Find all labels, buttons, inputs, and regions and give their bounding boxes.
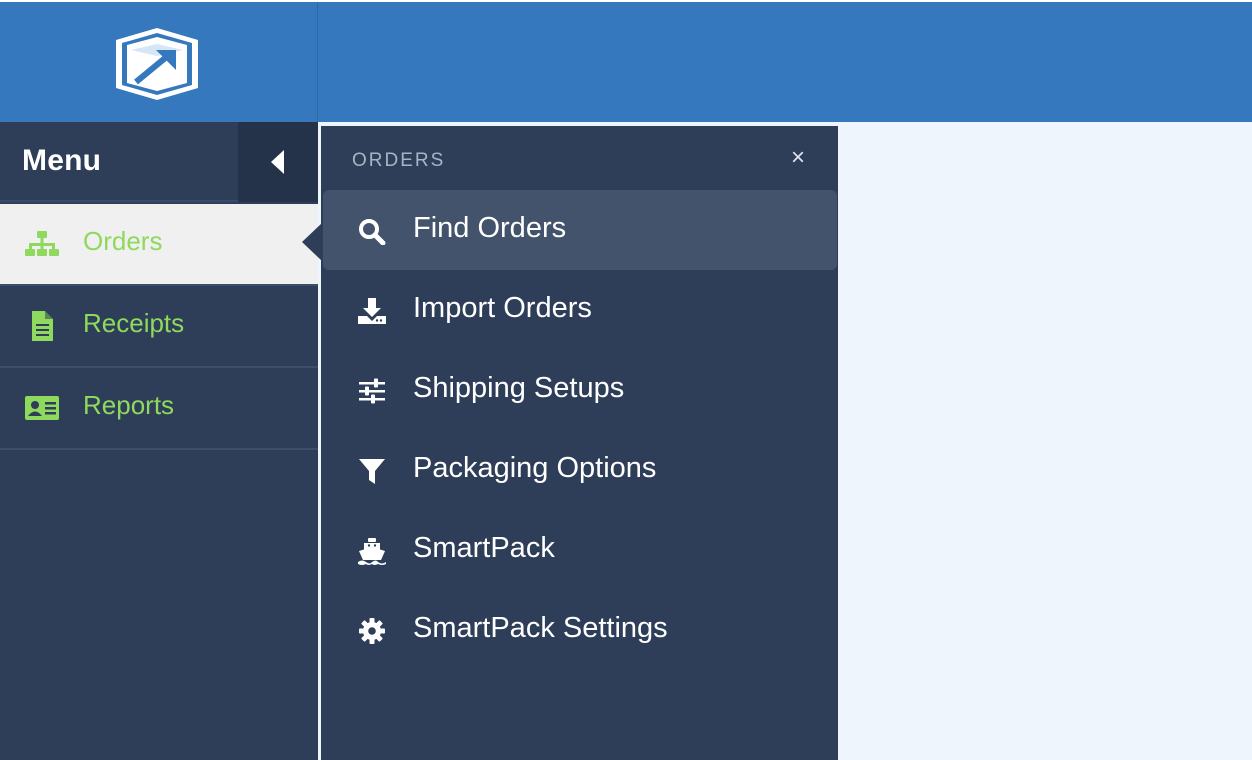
flyout-item-label: Find Orders [413, 212, 567, 244]
logo-area[interactable] [0, 2, 318, 122]
download-icon [358, 298, 386, 324]
sidebar-item-receipts[interactable]: Receipts [0, 286, 318, 368]
gear-icon [359, 618, 385, 644]
sidebar: Menu Orders Receipts Reports [0, 122, 318, 760]
id-card-icon [25, 396, 59, 420]
sliders-icon [359, 378, 385, 404]
ship-icon [358, 538, 386, 565]
flyout-item-label: SmartPack Settings [413, 612, 668, 644]
menu-title: Menu [22, 144, 102, 177]
flyout-item-find-orders[interactable]: Find Orders [323, 190, 837, 270]
filter-icon [359, 459, 385, 484]
sidebar-header: Menu [0, 122, 318, 202]
flyout-item-label: Shipping Setups [413, 372, 625, 404]
document-icon [32, 311, 53, 341]
flyout-item-label: Import Orders [413, 292, 592, 324]
sidebar-item-label: Orders [83, 226, 163, 256]
flyout-item-label: SmartPack [413, 532, 555, 564]
caret-left-icon [271, 150, 284, 174]
flyout-item-label: Packaging Options [413, 452, 657, 484]
sidebar-item-reports[interactable]: Reports [0, 368, 318, 450]
active-item-pointer [302, 223, 322, 261]
flyout-item-packaging-options[interactable]: Packaging Options [323, 430, 837, 510]
search-icon [359, 219, 386, 245]
box-arrow-logo [116, 28, 198, 100]
sidebar-item-orders[interactable]: Orders [0, 204, 318, 286]
flyout-item-import-orders[interactable]: Import Orders [323, 270, 837, 350]
top-header-bar [0, 0, 1252, 122]
flyout-item-shipping-setups[interactable]: Shipping Setups [323, 350, 837, 430]
sidebar-item-label: Reports [83, 390, 175, 420]
main-content-area [838, 122, 1252, 760]
collapse-menu-button[interactable] [238, 122, 318, 202]
sidebar-item-label: Receipts [83, 308, 185, 338]
flyout-item-smartpack-settings[interactable]: SmartPack Settings [323, 590, 837, 670]
orders-flyout-menu: ORDERS × Find Orders Import Orders Shipp… [321, 126, 838, 760]
sitemap-icon [25, 231, 59, 256]
close-button[interactable]: × [787, 146, 809, 170]
flyout-item-smartpack[interactable]: SmartPack [323, 510, 837, 590]
flyout-title: ORDERS [352, 150, 446, 171]
